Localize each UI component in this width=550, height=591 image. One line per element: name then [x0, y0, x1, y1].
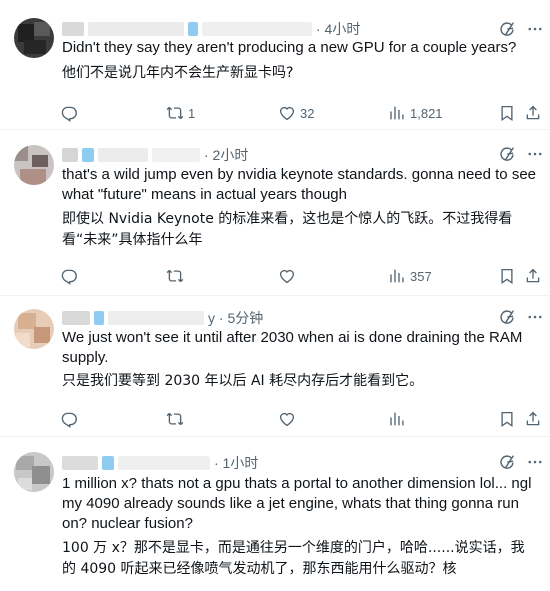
- reply-button[interactable]: [60, 410, 82, 428]
- views-button[interactable]: 357: [388, 267, 432, 285]
- grok-icon[interactable]: [498, 145, 516, 163]
- tweet-translation: 即使以 Nvidia Keynote 的标准来看，这也是个惊人的飞跃。不过我得看…: [62, 211, 513, 248]
- more-icon[interactable]: [526, 145, 544, 163]
- like-count: 32: [300, 105, 315, 121]
- tweet-1[interactable]: · 4小时 Didn't they say they aren't produc…: [0, 0, 550, 130]
- views-icon: [388, 267, 406, 285]
- repost-button[interactable]: 1: [166, 104, 195, 122]
- redacted-username: [62, 22, 84, 36]
- views-count: 357: [410, 268, 432, 284]
- bookmark-button[interactable]: [498, 104, 520, 122]
- like-button[interactable]: 32: [278, 104, 314, 122]
- tweet-translation: 只是我们要等到 2030 年以后 AI 耗尽内存后才能看到它。: [62, 373, 424, 389]
- bookmark-button[interactable]: [498, 410, 520, 428]
- redacted-handle: [118, 456, 210, 470]
- views-count: 1,821: [410, 105, 443, 121]
- share-button[interactable]: [524, 267, 546, 285]
- redacted-username: [102, 456, 114, 470]
- redacted-username: [94, 311, 104, 325]
- redacted-handle: [152, 148, 200, 162]
- bookmark-icon: [498, 410, 516, 428]
- grok-icon[interactable]: [498, 453, 516, 471]
- timestamp[interactable]: · 1小时: [214, 453, 258, 473]
- bookmark-button[interactable]: [498, 267, 520, 285]
- views-icon: [388, 410, 406, 428]
- share-button[interactable]: [524, 410, 546, 428]
- heart-icon: [278, 104, 296, 122]
- more-icon[interactable]: [526, 20, 544, 38]
- timestamp[interactable]: · 2小时: [204, 145, 248, 165]
- tweet-actions: 1 32 1,821: [58, 104, 538, 124]
- avatar[interactable]: [14, 309, 54, 349]
- tweet-4[interactable]: · 1小时 1 million x? thats not a gpu thats…: [0, 438, 550, 591]
- views-icon: [388, 104, 406, 122]
- repost-icon: [166, 410, 184, 428]
- avatar[interactable]: [14, 145, 54, 185]
- tweet-translation: 100 万 x？那不是显卡，而是通往另一个维度的门户，哈哈......说实话，我…: [62, 540, 525, 577]
- redacted-username: [62, 148, 78, 162]
- tweet-header: y · 5分钟: [62, 308, 263, 328]
- redacted-username: [88, 22, 184, 36]
- tweet-header: · 4小时: [62, 19, 360, 39]
- redacted-username: [62, 456, 98, 470]
- redacted-handle: [202, 22, 312, 36]
- more-icon[interactable]: [526, 453, 544, 471]
- redacted-username: [62, 311, 90, 325]
- tweet-actions: [58, 410, 538, 430]
- repost-button[interactable]: [166, 267, 188, 285]
- share-button[interactable]: [524, 104, 546, 122]
- tweet-3[interactable]: y · 5分钟 We just won't see it until after…: [0, 297, 550, 437]
- reply-icon: [60, 410, 78, 428]
- avatar[interactable]: [14, 18, 54, 58]
- avatar[interactable]: [14, 452, 54, 492]
- bookmark-icon: [498, 104, 516, 122]
- reply-button[interactable]: [60, 267, 82, 285]
- timestamp[interactable]: y · 5分钟: [208, 308, 263, 328]
- share-icon: [524, 104, 542, 122]
- tweet-header: · 2小时: [62, 145, 248, 165]
- tweet-text: 1 million x? thats not a gpu thats a por…: [62, 475, 532, 532]
- tweet-text: We just won't see it until after 2030 wh…: [62, 329, 523, 366]
- share-icon: [524, 267, 542, 285]
- like-button[interactable]: [278, 267, 300, 285]
- repost-icon: [166, 104, 184, 122]
- reply-icon: [60, 267, 78, 285]
- more-icon[interactable]: [526, 308, 544, 326]
- tweet-actions: 357: [58, 267, 538, 287]
- bookmark-icon: [498, 267, 516, 285]
- redacted-username: [82, 148, 94, 162]
- grok-icon[interactable]: [498, 20, 516, 38]
- timestamp[interactable]: · 4小时: [316, 19, 360, 39]
- like-button[interactable]: [278, 410, 300, 428]
- tweet-translation: 他们不是说几年内不会生产新显卡吗?: [62, 65, 294, 81]
- heart-icon: [278, 410, 296, 428]
- redacted-username: [98, 148, 148, 162]
- reply-icon: [60, 104, 78, 122]
- reply-button[interactable]: [60, 104, 82, 122]
- views-button[interactable]: [388, 410, 410, 428]
- repost-icon: [166, 267, 184, 285]
- heart-icon: [278, 267, 296, 285]
- views-button[interactable]: 1,821: [388, 104, 443, 122]
- tweet-text: that's a wild jump even by nvidia keynot…: [62, 166, 537, 203]
- tweet-header: · 1小时: [62, 453, 258, 473]
- repost-count: 1: [188, 105, 196, 121]
- tweet-text: Didn't they say they aren't producing a …: [62, 39, 517, 56]
- redacted-username: [188, 22, 198, 36]
- repost-button[interactable]: [166, 410, 188, 428]
- redacted-handle: [108, 311, 204, 325]
- share-icon: [524, 410, 542, 428]
- grok-icon[interactable]: [498, 308, 516, 326]
- tweet-2[interactable]: · 2小时 that's a wild jump even by nvidia …: [0, 131, 550, 296]
